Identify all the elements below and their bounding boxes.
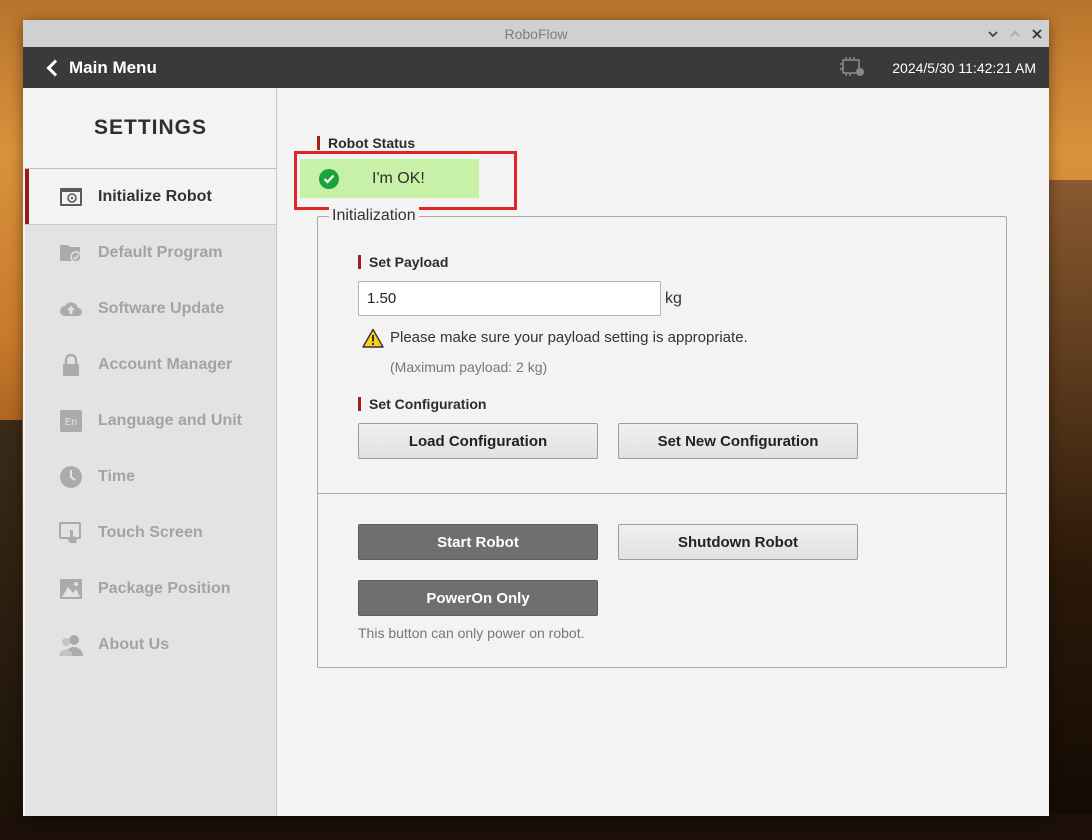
poweron-note: This button can only power on robot. [358, 625, 585, 641]
check-circle-icon [319, 168, 339, 189]
sidebar-item-account-manager[interactable]: Account Manager [25, 337, 276, 393]
settings-main-panel: Robot Status I'm OK! Initialization Set … [277, 88, 1049, 816]
content-area: SETTINGS Initialize Robot Default Progra… [23, 88, 1049, 816]
robot-status-title: Robot Status [328, 135, 416, 151]
background-left [0, 420, 22, 840]
sidebar-item-language-and-unit[interactable]: En Language and Unit [25, 393, 276, 449]
sidebar-item-label: Initialize Robot [98, 187, 212, 205]
initialize-robot-icon [60, 188, 82, 206]
initialization-legend: Initialization [329, 207, 419, 225]
sidebar-item-package-position[interactable]: Package Position [25, 561, 276, 617]
window-title: RoboFlow [504, 25, 568, 42]
users-icon [59, 635, 83, 656]
settings-sidebar: SETTINGS Initialize Robot Default Progra… [25, 88, 277, 816]
chevron-left-icon [46, 59, 64, 76]
set-configuration-title: Set Configuration [369, 396, 487, 412]
sidebar-item-label: Language and Unit [98, 412, 242, 429]
cloud-upload-icon [60, 302, 82, 316]
start-robot-button[interactable]: Start Robot [358, 524, 598, 560]
section-marker [317, 136, 320, 150]
payload-warning-text: Please make sure your payload setting is… [390, 329, 748, 346]
main-menu-label: Main Menu [69, 57, 157, 77]
package-position-icon [60, 579, 82, 599]
section-marker [358, 255, 361, 269]
app-window: RoboFlow Main Menu 2024/5/30 11:42:21 AM… [23, 20, 1049, 816]
sidebar-item-label: Default Program [98, 244, 223, 261]
main-menu-button[interactable]: Main Menu [45, 47, 157, 88]
poweron-only-button[interactable]: PowerOn Only [358, 580, 598, 616]
sidebar-item-label: Account Manager [98, 356, 233, 373]
sidebar-item-about-us[interactable]: About Us [25, 617, 276, 673]
touch-screen-icon [59, 522, 81, 543]
sidebar-item-software-update[interactable]: Software Update [25, 281, 276, 337]
set-payload-title: Set Payload [369, 254, 449, 270]
minimize-icon[interactable] [987, 28, 999, 40]
sidebar-item-label: About Us [98, 636, 170, 653]
sidebar-item-label: Package Position [98, 580, 231, 597]
section-divider [317, 493, 1007, 494]
clock-icon [60, 466, 82, 488]
set-payload-heading: Set Payload [358, 254, 448, 270]
sidebar-item-label: Touch Screen [98, 524, 203, 541]
svg-text:En: En [65, 417, 78, 428]
sidebar-item-initialize-robot[interactable]: Initialize Robot [25, 169, 276, 225]
load-configuration-button[interactable]: Load Configuration [358, 423, 598, 459]
folder-check-icon [60, 245, 82, 263]
warning-icon [362, 328, 384, 348]
sidebar-item-label: Software Update [98, 300, 225, 317]
set-configuration-heading: Set Configuration [358, 396, 486, 412]
shutdown-robot-button[interactable]: Shutdown Robot [618, 524, 858, 560]
sidebar-item-touch-screen[interactable]: Touch Screen [25, 505, 276, 561]
robot-status-indicator: I'm OK! [300, 159, 479, 198]
robot-controller-icon [840, 57, 864, 76]
background-right [1048, 180, 1092, 840]
sidebar-item-label: Time [98, 468, 136, 485]
payload-unit: kg [665, 290, 682, 307]
lock-icon [63, 353, 79, 376]
window-titlebar[interactable]: RoboFlow [23, 20, 1049, 47]
maximize-icon[interactable] [1009, 28, 1021, 40]
app-header: Main Menu 2024/5/30 11:42:21 AM [23, 47, 1049, 88]
background-bottom [0, 814, 1092, 840]
section-marker [358, 397, 361, 411]
sidebar-title: SETTINGS [93, 116, 207, 139]
set-new-configuration-button[interactable]: Set New Configuration [618, 423, 858, 459]
max-payload-note: (Maximum payload: 2 kg) [390, 359, 548, 375]
datetime-display: 2024/5/30 11:42:21 AM [892, 59, 1036, 76]
close-icon[interactable] [1031, 28, 1043, 40]
language-en-icon: En [60, 410, 82, 432]
robot-status-message: I'm OK! [372, 169, 425, 187]
robot-status-heading: Robot Status [317, 135, 415, 151]
window-controls [987, 20, 1043, 47]
payload-input[interactable]: 1.50 [358, 281, 661, 316]
sidebar-item-time[interactable]: Time [25, 449, 276, 505]
sidebar-item-default-program[interactable]: Default Program [25, 225, 276, 281]
sidebar-header: SETTINGS [25, 88, 276, 169]
